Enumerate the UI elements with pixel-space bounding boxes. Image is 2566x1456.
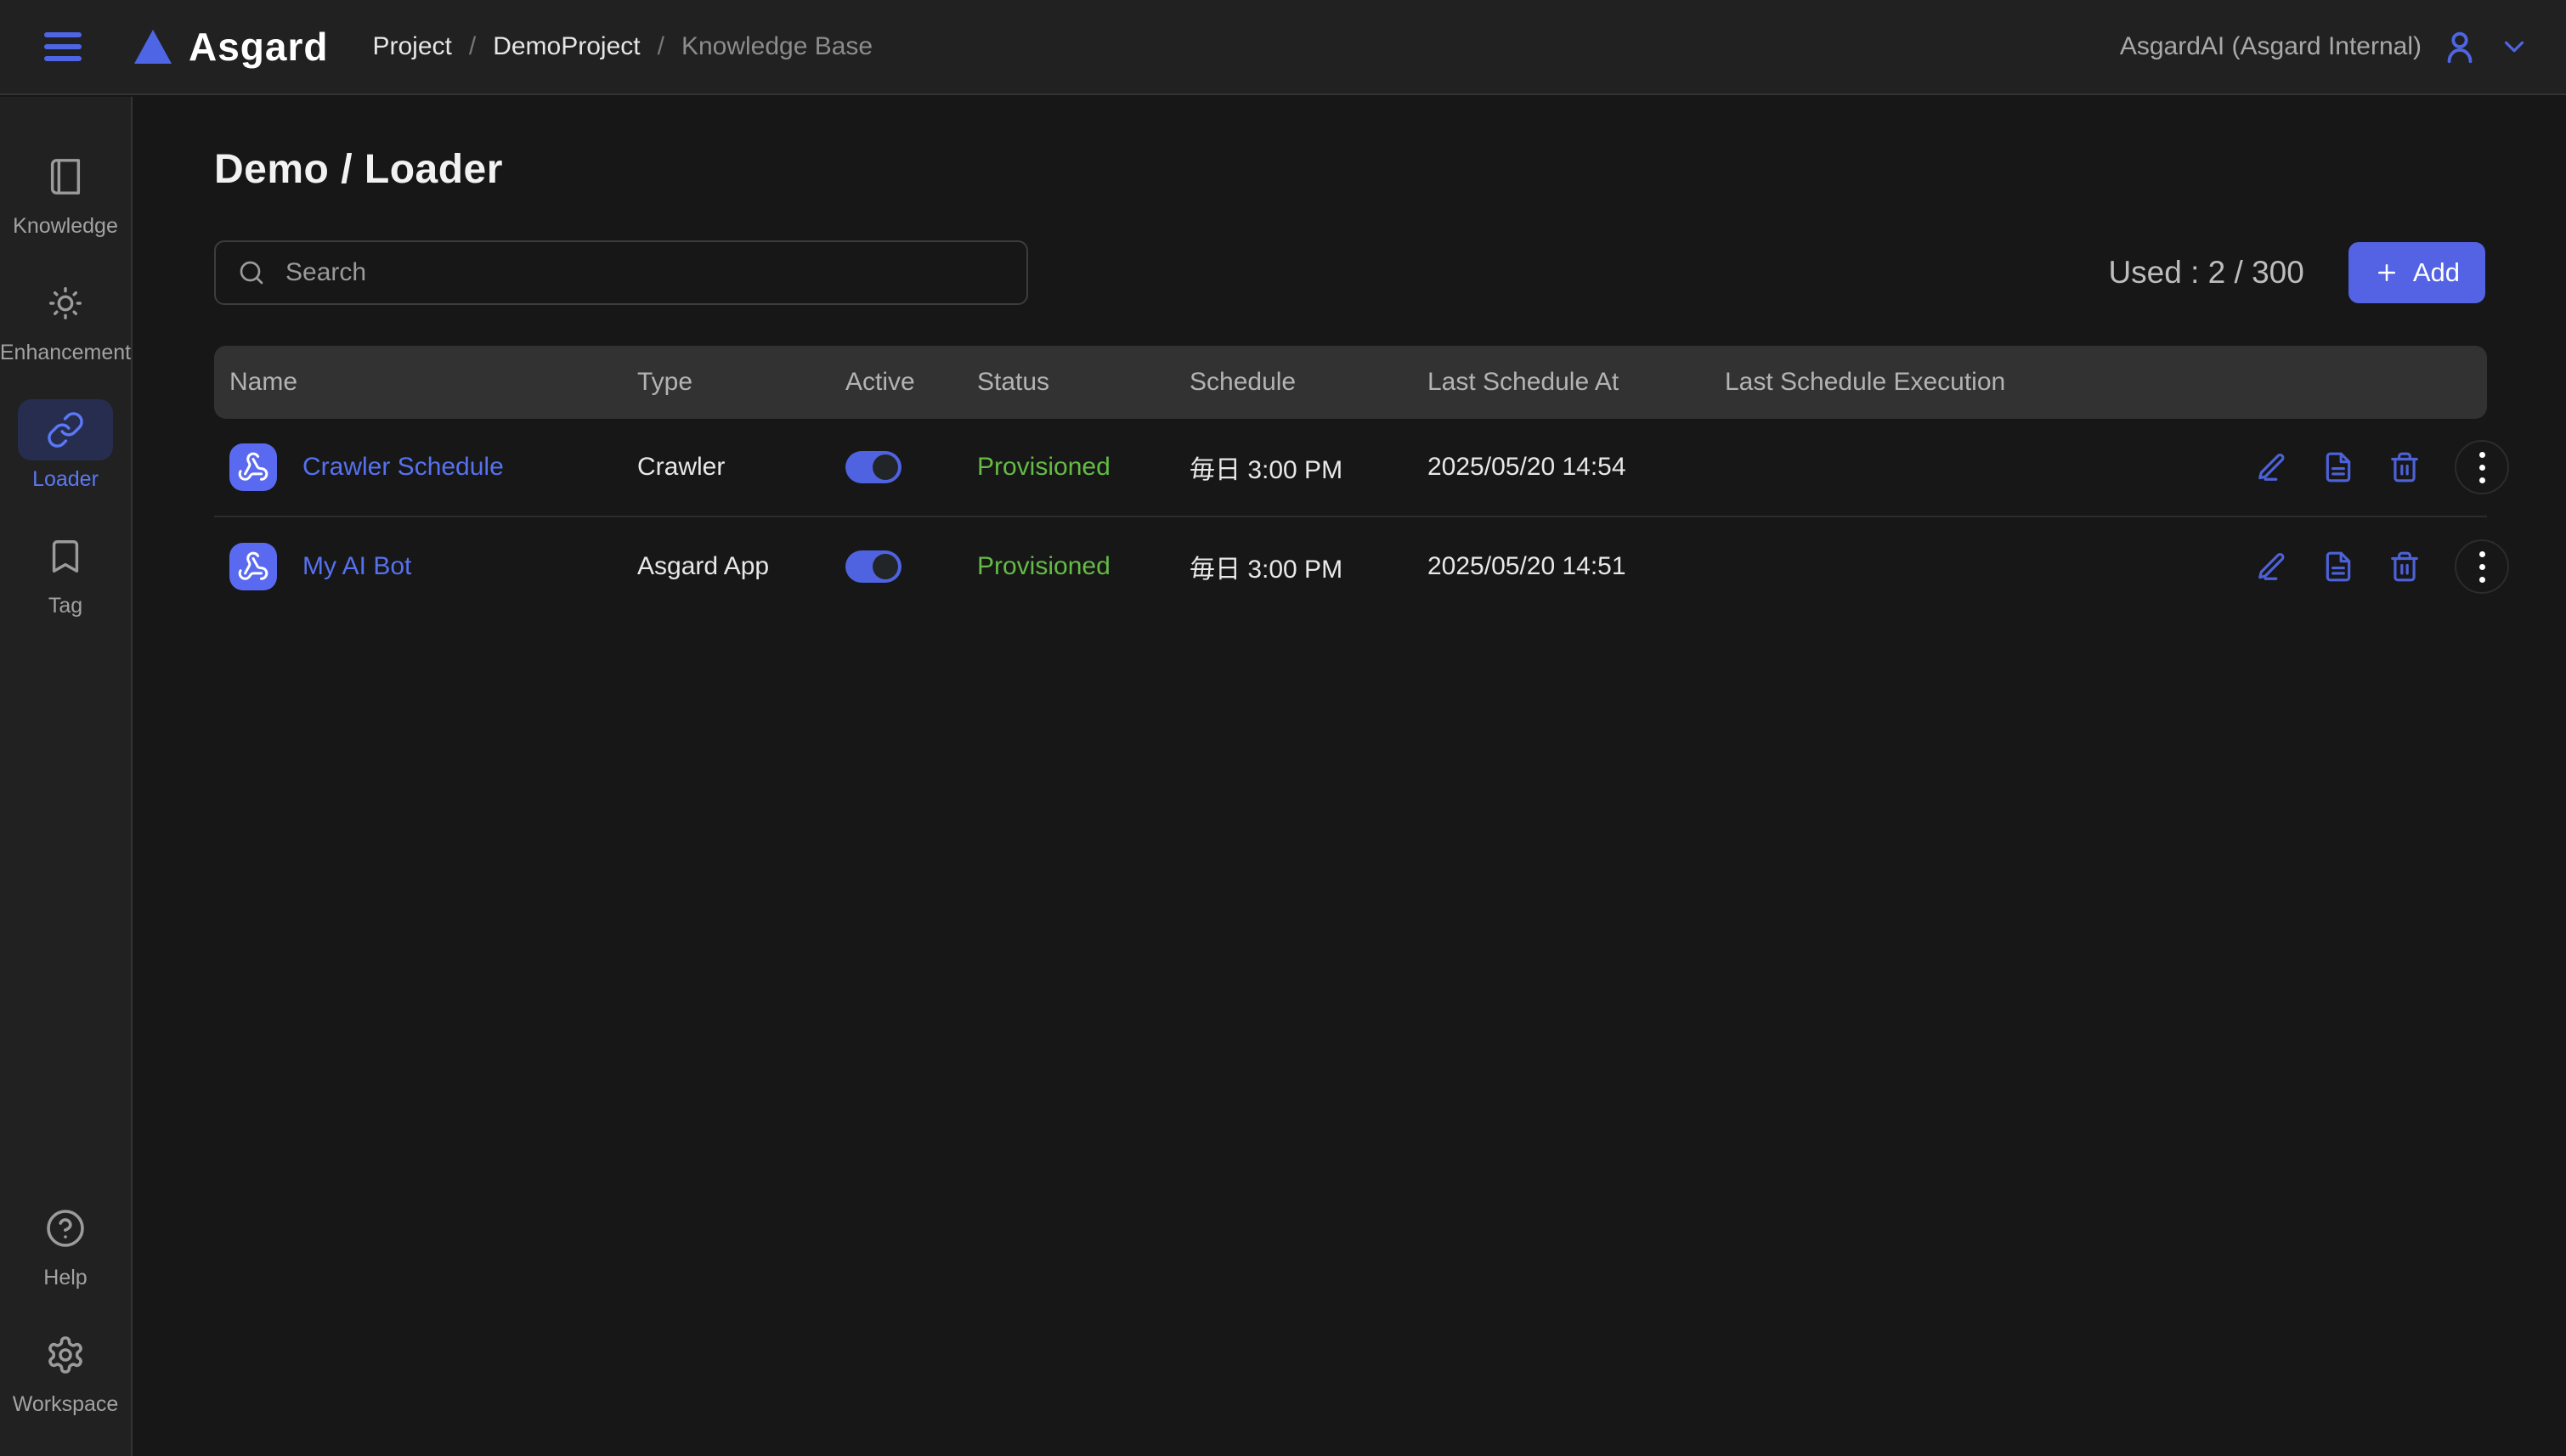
last-schedule-at-value: 2025/05/20 14:54 [1412,453,1710,482]
kebab-menu-icon [2479,551,2485,583]
search-input[interactable] [285,258,1006,287]
sidebar-item-workspace[interactable]: Workspace [3,1324,128,1417]
breadcrumb-knowledge-base: Knowledge Base [681,32,873,61]
pencil-icon [2256,451,2288,483]
edit-button[interactable] [2256,550,2288,583]
schedule-value: 毎日 3:00 PM [1174,449,1412,486]
schedule-value: 毎日 3:00 PM [1174,548,1412,585]
breadcrumb: Project / DemoProject / Knowledge Base [372,32,873,61]
file-text-icon [2322,451,2354,483]
trash-icon [2388,550,2421,583]
sidebar-item-tag[interactable]: Tag [3,526,128,618]
app-logo[interactable]: Asgard [134,24,328,70]
user-icon [2440,27,2479,66]
column-header-type: Type [622,368,830,397]
breadcrumb-demoproject[interactable]: DemoProject [493,32,640,61]
column-header-last-schedule-at: Last Schedule At [1412,368,1710,397]
delete-button[interactable] [2388,451,2421,483]
column-header-last-schedule-execution: Last Schedule Execution [1710,368,2241,397]
app-header: Asgard Project / DemoProject / Knowledge… [0,0,2566,95]
gear-icon [45,1335,86,1375]
account-area[interactable]: AsgardAI (Asgard Internal) [2120,27,2530,66]
webhook-app-icon [229,543,277,590]
status-badge: Provisioned [962,552,1174,581]
column-header-schedule: Schedule [1174,368,1412,397]
bookmark-icon [46,537,85,576]
hamburger-menu-icon[interactable] [44,32,82,61]
sidebar: Knowledge Enhancement Loader Tag [0,97,133,1456]
add-button[interactable]: Add [2348,242,2485,303]
add-button-label: Add [2413,257,2460,288]
webhook-app-icon [229,443,277,491]
column-header-status: Status [962,368,1174,397]
toggle-knob [873,554,898,579]
status-badge: Provisioned [962,453,1174,482]
loader-name-link[interactable]: My AI Bot [302,552,411,581]
kebab-menu-icon [2479,452,2485,483]
account-name: AsgardAI (Asgard Internal) [2120,32,2422,61]
help-circle-icon [45,1208,86,1249]
loader-name-link[interactable]: Crawler Schedule [302,453,504,482]
breadcrumb-separator: / [469,32,476,61]
more-actions-button[interactable] [2455,539,2509,594]
table-row: Crawler Schedule Crawler Provisioned 毎日 … [214,419,2487,517]
sidebar-item-label: Help [43,1266,87,1290]
controls-bar: Used : 2 / 300 Add [214,240,2485,305]
search-box[interactable] [214,240,1028,305]
more-actions-button[interactable] [2455,440,2509,494]
sidebar-item-enhancement[interactable]: Enhancement [3,273,128,365]
column-header-name: Name [214,368,622,397]
sun-icon [46,284,85,323]
sidebar-item-label: Enhancement [0,341,131,365]
last-schedule-at-value: 2025/05/20 14:51 [1412,552,1710,581]
main-content: Demo / Loader Used : 2 / 300 Add Name Ty… [134,97,2566,1456]
loader-type: Crawler [622,453,830,482]
sidebar-item-label: Tag [48,594,82,618]
loader-type: Asgard App [622,552,830,581]
sidebar-item-label: Workspace [13,1392,119,1417]
sidebar-item-label: Loader [32,467,99,492]
breadcrumb-project[interactable]: Project [372,32,451,61]
toggle-knob [873,454,898,480]
table-header: Name Type Active Status Schedule Last Sc… [214,346,2487,419]
delete-button[interactable] [2388,550,2421,583]
link-icon [46,410,85,449]
document-button[interactable] [2322,550,2354,583]
active-toggle[interactable] [845,550,901,583]
page-title: Demo / Loader [214,146,2485,193]
breadcrumb-separator: / [658,32,664,61]
column-header-active: Active [830,368,962,397]
plus-icon [2374,260,2399,285]
active-toggle[interactable] [845,451,901,483]
sidebar-item-loader[interactable]: Loader [3,399,128,492]
file-text-icon [2322,550,2354,583]
usage-counter: Used : 2 / 300 [2108,255,2303,291]
search-icon [236,257,267,288]
sidebar-item-knowledge[interactable]: Knowledge [3,146,128,239]
book-icon [46,157,85,196]
chevron-down-icon[interactable] [2498,31,2530,63]
document-button[interactable] [2322,451,2354,483]
edit-button[interactable] [2256,451,2288,483]
sidebar-item-label: Knowledge [13,214,118,239]
trash-icon [2388,451,2421,483]
loader-table: Name Type Active Status Schedule Last Sc… [214,346,2487,616]
triangle-logo-icon [134,30,172,64]
table-row: My AI Bot Asgard App Provisioned 毎日 3:00… [214,517,2487,616]
pencil-icon [2256,550,2288,583]
sidebar-item-help[interactable]: Help [3,1198,128,1290]
logo-text: Asgard [189,24,328,70]
